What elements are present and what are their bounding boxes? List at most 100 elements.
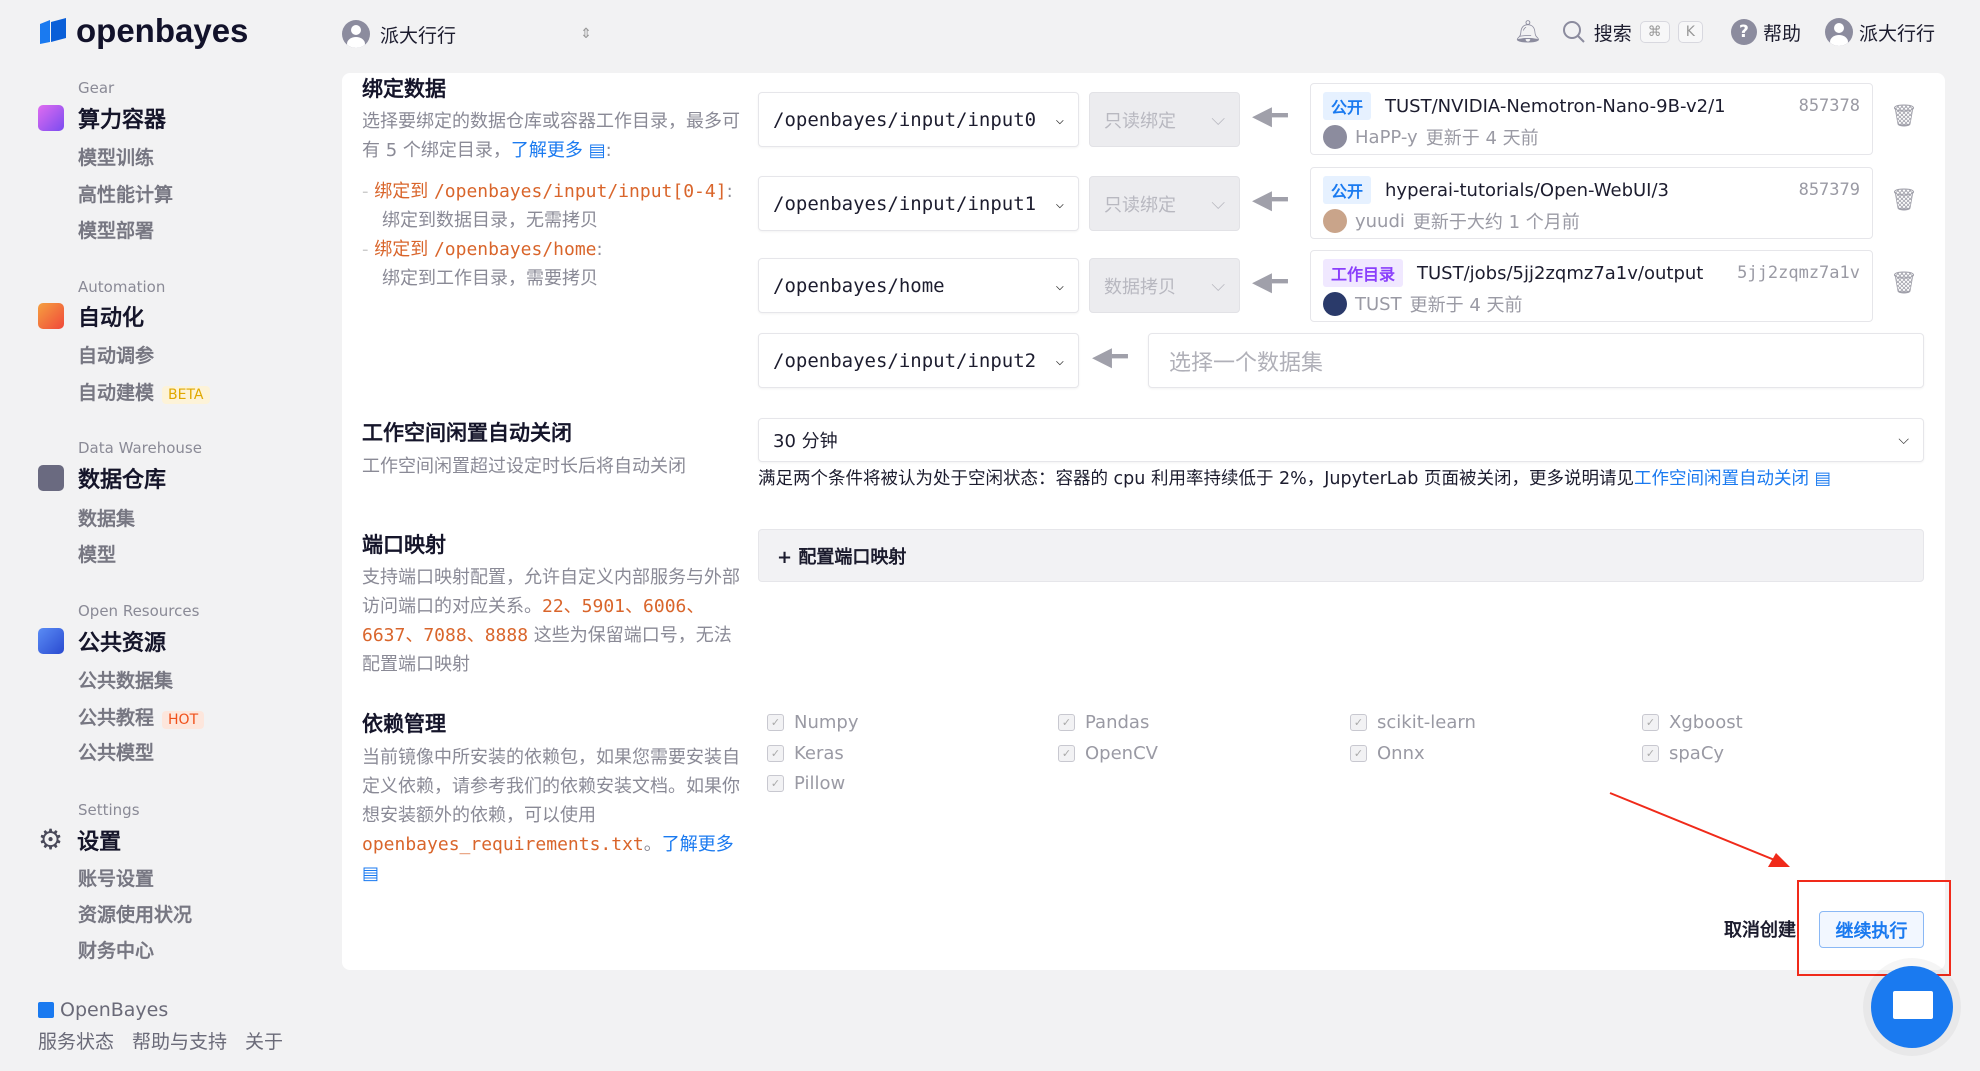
- trash-icon[interactable]: 🗑︎: [1890, 271, 1918, 296]
- dataset-name: TUST/NVIDIA-Nemotron-Nano-9B-v2/1: [1385, 95, 1726, 117]
- user-name: 派大行行: [1858, 22, 1935, 45]
- trash-icon[interactable]: 🗑︎: [1890, 188, 1918, 213]
- mount-path-select[interactable]: /openbayes/input/input0 ⌵: [758, 92, 1079, 147]
- deps-desc: 当前镜像中所安装的依赖包，如果您需要安装自定义依赖，请参考我们的依赖安装文档。如…: [362, 743, 742, 888]
- sidebar-head-label: 设置: [77, 829, 122, 855]
- logo[interactable]: openbayes: [38, 12, 248, 50]
- sidebar-item[interactable]: 财务中心: [78, 936, 154, 963]
- hot-badge: HOT: [162, 711, 205, 729]
- package-checkbox[interactable]: ✓ scikit-learn: [1350, 712, 1476, 733]
- chevron-down-icon: ⌵: [1211, 193, 1225, 214]
- sidebar-item[interactable]: 模型: [78, 540, 116, 567]
- package-label: Numpy: [794, 712, 859, 733]
- cancel-button[interactable]: 取消创建: [1724, 916, 1796, 942]
- package-label: scikit-learn: [1377, 712, 1476, 733]
- sidebar-item[interactable]: 模型训练: [78, 143, 154, 170]
- checkbox-icon: ✓: [767, 775, 784, 792]
- gear-container-icon: [38, 105, 64, 131]
- package-checkbox[interactable]: ✓ Pandas: [1058, 712, 1149, 733]
- sidebar-item[interactable]: 公共数据集: [78, 666, 173, 693]
- owner: TUST: [1355, 293, 1402, 315]
- sidebar-item[interactable]: 自动建模 BETA: [78, 378, 210, 405]
- bullet-prefix: 绑定到: [374, 181, 434, 202]
- sidebar-item[interactable]: 自动调参: [78, 341, 154, 368]
- updated: 更新于大约 1 个月前: [1412, 212, 1580, 233]
- dataset-card[interactable]: 公开 TUST/NVIDIA-Nemotron-Nano-9B-v2/1 85737…: [1310, 83, 1873, 155]
- sidebar-item[interactable]: 高性能计算: [78, 180, 173, 207]
- package-checkbox[interactable]: ✓ Numpy: [767, 712, 859, 733]
- package-checkbox[interactable]: ✓ Onnx: [1350, 743, 1425, 764]
- bind-bullets: - 绑定到 /openbayes/input/input[0-4]: 绑定到数据…: [362, 177, 742, 293]
- logo-icon: [40, 18, 66, 44]
- select-value: 数据拷贝: [1104, 276, 1176, 298]
- footer-link[interactable]: 帮助与支持: [132, 1027, 227, 1054]
- checkbox-icon: ✓: [1058, 745, 1075, 762]
- dataset-id: 857379: [1798, 180, 1860, 200]
- checkbox-icon: ✓: [767, 714, 784, 731]
- idle-doc-link[interactable]: 工作空间闲置自动关闭 ▤: [1634, 469, 1831, 489]
- chat-button[interactable]: [1871, 966, 1953, 1048]
- chevron-down-icon: ⌵: [1055, 111, 1064, 128]
- learn-more-link[interactable]: 了解更多 ▤: [511, 140, 606, 161]
- workspace-switcher[interactable]: 派大行行 ⇕: [342, 20, 592, 48]
- bell-icon[interactable]: 🔔︎: [1514, 20, 1542, 45]
- port-title: 端口映射: [362, 533, 446, 557]
- sidebar-head-automation[interactable]: 自动化: [38, 300, 144, 332]
- checkbox-icon: ✓: [1642, 714, 1659, 731]
- sidebar-item[interactable]: 资源使用状况: [78, 900, 192, 927]
- select-value: 只读绑定: [1104, 110, 1176, 132]
- idle-timeout-select[interactable]: 30 分钟 ⌵: [758, 418, 1924, 462]
- sidebar-head-settings[interactable]: ⚙ 设置: [38, 823, 121, 856]
- gear-icon: ⚙: [38, 823, 64, 856]
- help-button[interactable]: ? 帮助: [1730, 19, 1801, 46]
- idle-desc: 工作空间闲置超过设定时长后将自动关闭: [362, 456, 686, 477]
- trash-icon[interactable]: 🗑︎: [1890, 104, 1918, 129]
- warehouse-icon: [38, 465, 64, 491]
- updown-icon: ⇕: [580, 26, 592, 42]
- port-desc: 支持端口映射配置，允许自定义内部服务与外部访问端口的对应关系。22、5901、6…: [362, 563, 742, 679]
- sidebar-item[interactable]: 账号设置: [78, 864, 154, 891]
- mount-path-select[interactable]: /openbayes/input/input1 ⌵: [758, 176, 1079, 231]
- avatar: [342, 20, 370, 48]
- sidebar-head-open-resources[interactable]: 公共资源: [38, 625, 166, 657]
- user-menu[interactable]: 派大行行: [1824, 18, 1935, 46]
- help-label: 帮助: [1762, 22, 1801, 45]
- link-label: 了解更多: [510, 140, 583, 161]
- chevron-down-icon: ⌵: [1055, 352, 1064, 369]
- sidebar-item[interactable]: 数据集: [78, 504, 135, 531]
- dataset-card[interactable]: 公开 hyperai-tutorials/Open-WebUI/3 857379 y…: [1310, 167, 1873, 239]
- annotation-arrow-icon: [1609, 792, 1790, 867]
- select-value: /openbayes/input/input2: [773, 349, 1037, 372]
- search-button[interactable]: 搜索 ⌘ K: [1562, 19, 1703, 46]
- mount-path-select[interactable]: /openbayes/input/input2 ⌵: [758, 333, 1079, 388]
- dataset-id: 857378: [1798, 96, 1860, 116]
- requirements-file: openbayes_requirements.txt: [362, 834, 644, 855]
- sidebar-head-gear[interactable]: 算力容器: [38, 102, 166, 134]
- package-checkbox[interactable]: ✓ Keras: [767, 743, 844, 764]
- checkbox-icon: ✓: [1058, 714, 1075, 731]
- sidebar-item[interactable]: 模型部署: [78, 216, 154, 243]
- bullet-desc: 绑定到数据目录，无需拷贝: [382, 210, 598, 231]
- sidebar-item[interactable]: 公共教程 HOT: [78, 703, 205, 730]
- user-avatar: [1323, 125, 1347, 149]
- footer-link[interactable]: 关于: [245, 1027, 283, 1054]
- package-checkbox[interactable]: ✓ Pillow: [767, 773, 845, 794]
- add-port-mapping-button[interactable]: + 配置端口映射: [758, 529, 1924, 582]
- select-value: /openbayes/home: [773, 274, 945, 297]
- sidebar-head-warehouse[interactable]: 数据仓库: [38, 462, 166, 494]
- sidebar-head-label: 公共资源: [78, 631, 167, 656]
- footer-brand: OpenBayes: [38, 999, 168, 1021]
- user-avatar: [1323, 209, 1347, 233]
- package-checkbox[interactable]: ✓ spaCy: [1642, 743, 1724, 764]
- sidebar-item[interactable]: 公共模型: [78, 738, 154, 765]
- arrow-left-icon: ◀━: [1092, 342, 1128, 372]
- dataset-picker-input[interactable]: 选择一个数据集: [1148, 333, 1924, 388]
- search-label: 搜索: [1593, 22, 1632, 45]
- package-checkbox[interactable]: ✓ OpenCV: [1058, 743, 1158, 764]
- top-right-toolbar: 🔔︎ 搜索 ⌘ K ? 帮助 派大行行: [1514, 18, 1935, 46]
- package-checkbox[interactable]: ✓ Xgboost: [1642, 712, 1743, 733]
- updated: 更新于 4 天前: [1409, 295, 1523, 316]
- mount-path-select[interactable]: /openbayes/home ⌵: [758, 258, 1079, 313]
- footer-link[interactable]: 服务状态: [38, 1027, 114, 1054]
- dataset-card[interactable]: 工作目录 TUST/jobs/5jj2zqmz7a1v/output 5jj2zqm…: [1310, 250, 1873, 322]
